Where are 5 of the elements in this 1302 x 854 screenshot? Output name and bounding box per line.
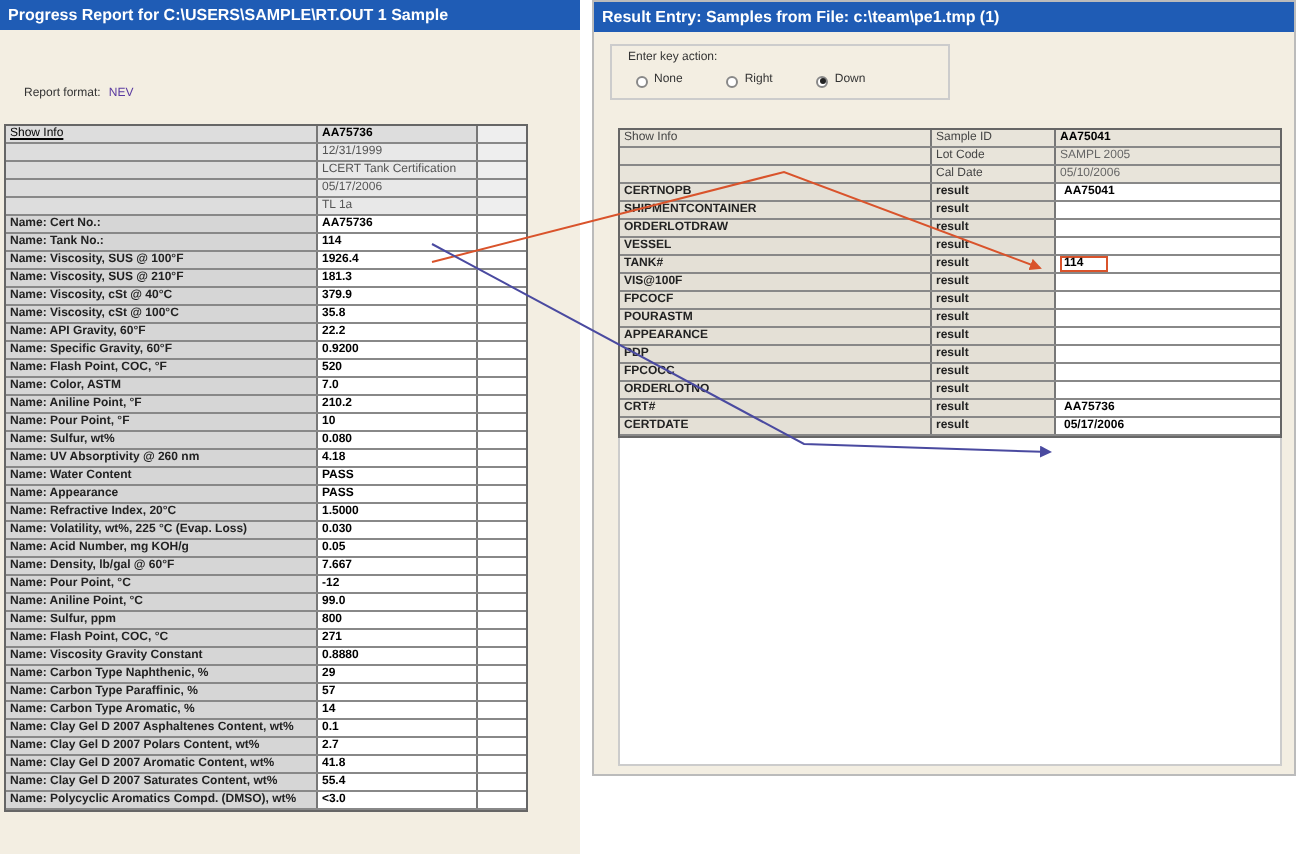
window-title: Progress Report for C:\USERS\SAMPLE\RT.OUT 1 Sample (8, 3, 449, 27)
radio-button[interactable] (726, 75, 739, 87)
radio-button[interactable] (816, 75, 829, 87)
radio-button[interactable] (636, 75, 648, 87)
window-title: Result Entry: Samples from File: c:\team\pe1.tmp (1) (602, 5, 1000, 29)
